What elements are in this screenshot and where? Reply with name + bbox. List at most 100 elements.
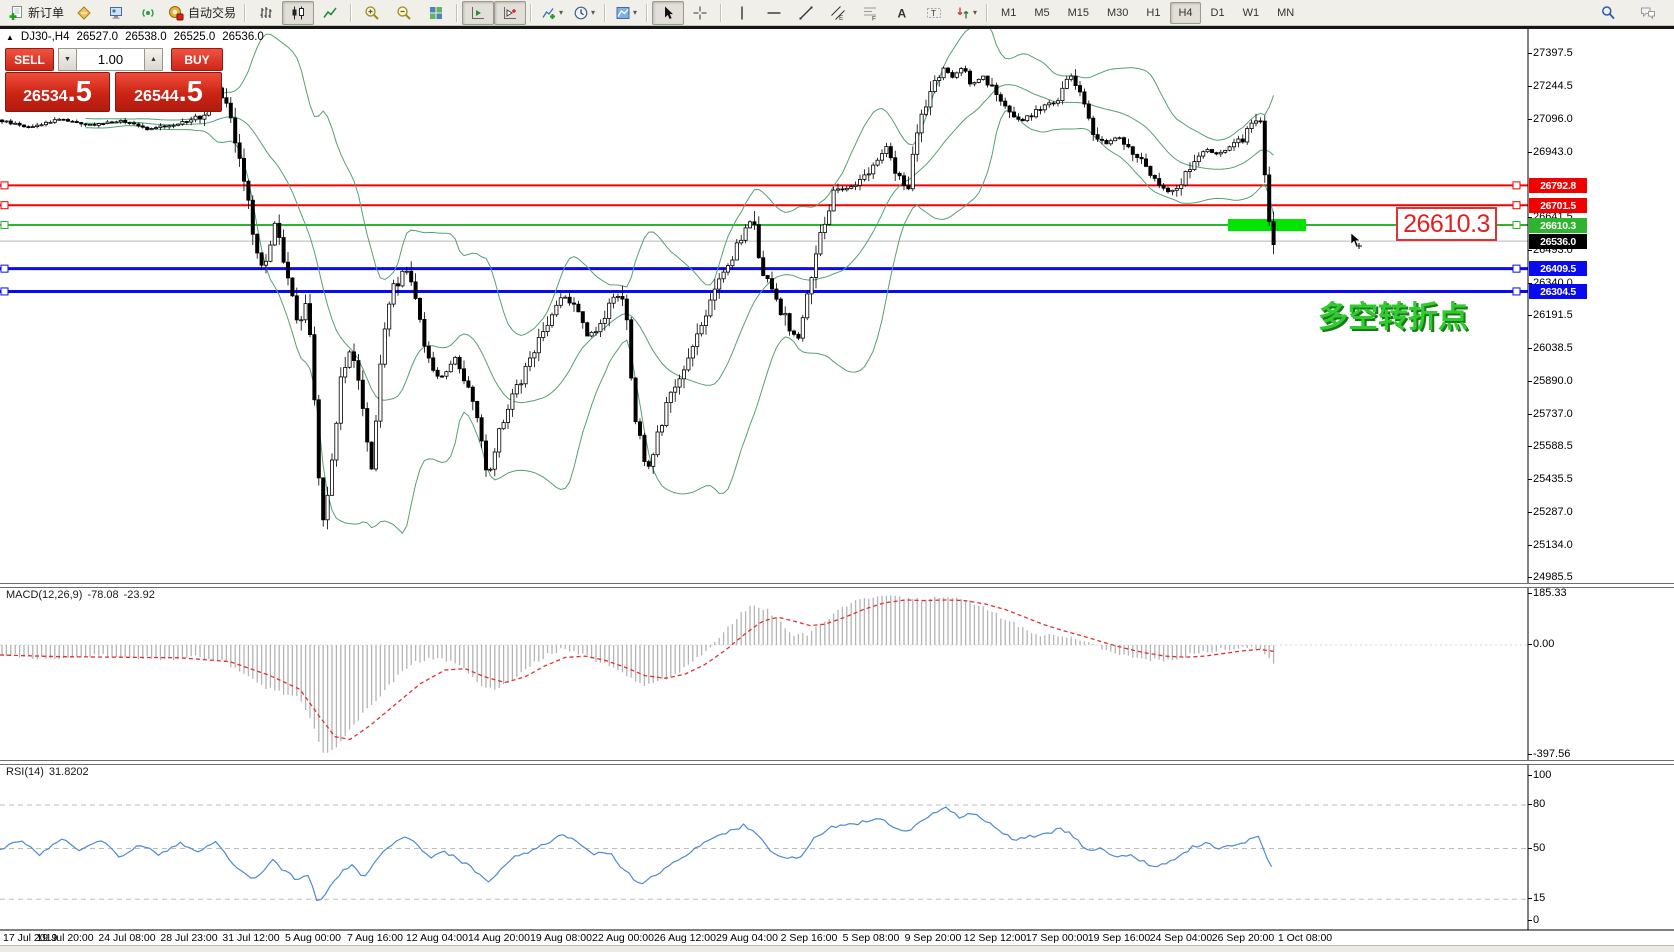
- rsi-tick: 100: [1533, 769, 1551, 781]
- line-handle[interactable]: [1, 265, 8, 272]
- rsi-pane[interactable]: [0, 805, 1528, 900]
- toolbar-separator: [530, 4, 532, 22]
- line-chart-button[interactable]: [314, 1, 346, 25]
- sell-tab[interactable]: SELL: [5, 48, 54, 71]
- crosshair-button[interactable]: [684, 1, 716, 25]
- line-handle[interactable]: [1513, 288, 1520, 295]
- timeframe-h1-button[interactable]: H1: [1138, 2, 1168, 24]
- timeframe-buttons: M1M5M15M30H1H4D1W1MN: [992, 2, 1303, 24]
- price-callout-label[interactable]: 26610.3: [1396, 207, 1497, 241]
- terminal-button[interactable]: [100, 1, 132, 25]
- price-badge-26304.5: 26304.5: [1529, 284, 1587, 299]
- mouse-cursor-icon: [1348, 232, 1366, 250]
- search-button[interactable]: [1592, 1, 1624, 25]
- tile-windows-button[interactable]: [420, 1, 452, 25]
- vertical-line-button[interactable]: [726, 1, 758, 25]
- styler-button[interactable]: [68, 1, 100, 25]
- periods-button[interactable]: ▾: [568, 1, 600, 25]
- tile-windows-icon: [428, 5, 444, 21]
- timeframe-h4-button[interactable]: H4: [1170, 2, 1200, 24]
- auto-trading-label: 自动交易: [188, 4, 236, 21]
- timeframe-w1-button[interactable]: W1: [1235, 2, 1268, 24]
- line-handle[interactable]: [1, 288, 8, 295]
- zoom-out-button[interactable]: [388, 1, 420, 25]
- fibonacci-button[interactable]: F: [854, 1, 886, 25]
- time-axis-label: 12 Aug 04:00: [406, 932, 468, 944]
- volume-input[interactable]: [77, 49, 144, 70]
- main-price-pane[interactable]: [0, 23, 1528, 534]
- arrow-objects-button[interactable]: ▾: [950, 1, 982, 25]
- macd-pane[interactable]: [0, 595, 1528, 753]
- cursor-button[interactable]: [652, 1, 684, 25]
- toolbar-separator: [720, 4, 722, 22]
- timeframe-m15-button[interactable]: M15: [1060, 2, 1097, 24]
- auto-trading-button[interactable]: 自动交易: [164, 1, 240, 25]
- buy-price-button[interactable]: 26544 .5: [115, 72, 222, 112]
- rsi-tick: 0: [1533, 914, 1539, 926]
- chart-shift-button[interactable]: [494, 1, 526, 25]
- sell-price-button[interactable]: 26534 .5: [5, 72, 110, 112]
- text-label-button[interactable]: T: [918, 1, 950, 25]
- chart-svg[interactable]: [0, 0, 1674, 951]
- time-axis-label: 22 Aug 00:00: [592, 932, 654, 944]
- pane-separator-macd[interactable]: [0, 583, 1674, 588]
- line-handle[interactable]: [1513, 202, 1520, 209]
- timeframe-d1-button[interactable]: D1: [1203, 2, 1233, 24]
- turning-point-annotation[interactable]: 多空转折点: [1318, 292, 1468, 336]
- line-handle[interactable]: [1, 182, 8, 189]
- trendline-icon: [798, 5, 814, 21]
- time-axis-label: 28 Jul 23:00: [160, 932, 217, 944]
- chevron-down-icon[interactable]: ▾: [633, 8, 637, 17]
- new-order-button[interactable]: 新订单: [4, 1, 68, 25]
- zoom-in-button[interactable]: [356, 1, 388, 25]
- line-handle[interactable]: [1, 202, 8, 209]
- candlestick-series: [0, 68, 1275, 520]
- price-tick: 26943.0: [1533, 146, 1573, 158]
- candle-chart-button[interactable]: [282, 1, 314, 25]
- price-tick: 26038.5: [1533, 342, 1573, 354]
- price-tick: 27397.5: [1533, 47, 1573, 59]
- time-axis-label: 7 Aug 16:00: [347, 932, 403, 944]
- highlight-bar[interactable]: [1228, 219, 1306, 231]
- volume-increase-button[interactable]: ▲: [144, 48, 163, 71]
- timeframe-mn-button[interactable]: MN: [1269, 2, 1302, 24]
- pane-separator-rsi[interactable]: [0, 760, 1674, 765]
- line-handle[interactable]: [1, 222, 8, 229]
- line-handle[interactable]: [1513, 222, 1520, 229]
- chevron-down-icon[interactable]: ▾: [591, 8, 595, 17]
- chevron-down-icon[interactable]: ▾: [973, 8, 977, 17]
- timeframe-m1-button[interactable]: M1: [993, 2, 1024, 24]
- chat-button[interactable]: [1632, 1, 1664, 25]
- chart-colors-button[interactable]: ▾: [610, 1, 642, 25]
- toolbar: 新订单 自动交易 ▾ ▾ ▾ EFAT ▾ M1M5M15M30H1H4D1W1MN: [0, 0, 1674, 26]
- price-badge-26792.8: 26792.8: [1529, 178, 1587, 193]
- indicators-button[interactable]: ▾: [536, 1, 568, 25]
- zoom-out-icon: [396, 5, 412, 21]
- signals-button[interactable]: [132, 1, 164, 25]
- timeframe-m30-button[interactable]: M30: [1099, 2, 1136, 24]
- chart-ohlc-header: ▲ DJ30-,H4 26527.0 26538.0 26525.0 26536…: [6, 31, 264, 43]
- bar-chart-button[interactable]: [250, 1, 282, 25]
- volume-decrease-button[interactable]: ▼: [58, 48, 77, 71]
- buy-tab[interactable]: BUY: [171, 48, 223, 71]
- chevron-down-icon[interactable]: ▾: [559, 8, 563, 17]
- collapse-arrow-icon[interactable]: ▲: [6, 33, 14, 42]
- macd-main-value: -78.08: [87, 589, 118, 601]
- channel-icon: E: [830, 5, 846, 21]
- terminal-icon: [108, 5, 124, 21]
- auto-scroll-button[interactable]: [462, 1, 494, 25]
- trendline-button[interactable]: [790, 1, 822, 25]
- macd-histogram: [2, 595, 1274, 753]
- diamond-icon: [76, 5, 92, 21]
- palette-icon: [615, 5, 631, 21]
- price-badge-26701.5: 26701.5: [1529, 198, 1587, 213]
- price-tick: 26191.5: [1533, 309, 1573, 321]
- equidistant-channel-button[interactable]: E: [822, 1, 854, 25]
- chart-shift-icon: [502, 5, 518, 21]
- horizontal-line-button[interactable]: [758, 1, 790, 25]
- candle-chart-icon: [290, 5, 306, 21]
- timeframe-m5-button[interactable]: M5: [1026, 2, 1057, 24]
- line-handle[interactable]: [1513, 182, 1520, 189]
- text-button[interactable]: A: [886, 1, 918, 25]
- line-handle[interactable]: [1513, 265, 1520, 272]
